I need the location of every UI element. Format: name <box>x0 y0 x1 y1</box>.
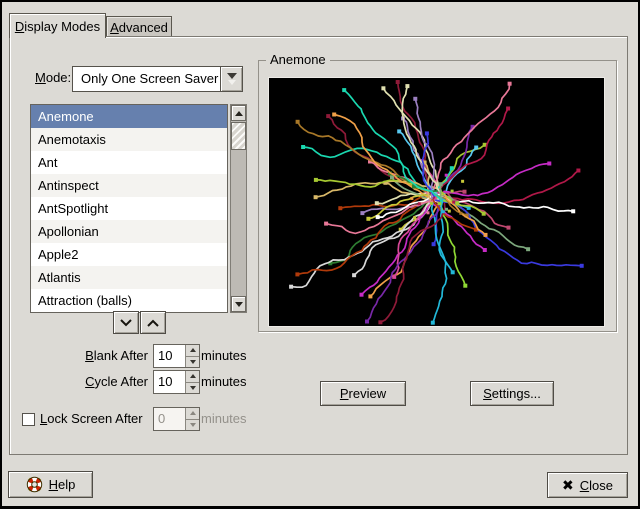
dropdown-arrow-icon[interactable] <box>220 67 242 91</box>
list-item[interactable]: Anemone <box>31 105 227 128</box>
spin-up-icon <box>186 408 199 420</box>
mode-dropdown-value: Only One Screen Saver <box>73 67 220 91</box>
tab-advanced[interactable]: Advanced <box>106 16 172 37</box>
spin-down-icon <box>186 420 199 431</box>
preview-button[interactable]: Preview <box>320 381 406 406</box>
cycle-after-value: 10 <box>154 371 185 393</box>
settings-button[interactable]: Settings... <box>470 381 554 406</box>
list-item[interactable]: Apple2 <box>31 243 227 266</box>
spin-up-icon[interactable] <box>186 345 199 357</box>
list-item[interactable]: Ant <box>31 151 227 174</box>
list-item[interactable]: Anemotaxis <box>31 128 227 151</box>
chevron-up-icon <box>145 317 161 329</box>
lock-after-unit: minutes <box>201 411 247 427</box>
tab-display-modes[interactable]: Display Modes <box>9 13 106 38</box>
close-button[interactable]: ✖ Close <box>547 472 628 498</box>
tab-display-modes-label: Display Modes <box>15 19 100 34</box>
close-x-icon: ✖ <box>562 478 574 492</box>
list-item[interactable]: Antinspect <box>31 174 227 197</box>
mode-dropdown[interactable]: Only One Screen Saver <box>72 66 243 92</box>
preview-canvas <box>268 77 605 327</box>
blank-after-spinner[interactable]: 10 <box>153 344 200 368</box>
blank-after-unit: minutes <box>201 348 247 364</box>
help-lifebuoy-icon <box>26 476 43 493</box>
list-item[interactable]: AntSpotlight <box>31 197 227 220</box>
lock-after-value: 0 <box>154 408 185 430</box>
lock-after-spinner: 0 <box>153 407 200 431</box>
anemone-preview-image <box>269 78 604 326</box>
spin-up-icon[interactable] <box>186 371 199 383</box>
lock-screen-label: Lock Screen After <box>40 411 143 426</box>
mode-label: Mode: <box>35 70 71 85</box>
scroll-down-icon[interactable] <box>231 296 246 312</box>
list-item[interactable]: Apollonian <box>31 220 227 243</box>
tab-advanced-label: Advanced <box>110 20 168 35</box>
lock-screen-checkbox[interactable] <box>22 413 35 426</box>
display-modes-page: Mode: Only One Screen Saver AnemoneAnemo… <box>9 36 628 455</box>
saver-list-scrollbar[interactable] <box>230 104 247 313</box>
cycle-after-spinner[interactable]: 10 <box>153 370 200 394</box>
spin-down-icon[interactable] <box>186 383 199 394</box>
blank-after-value: 10 <box>154 345 185 367</box>
spin-down-icon[interactable] <box>186 357 199 368</box>
preview-group-title: Anemone <box>266 52 330 68</box>
scroll-up-icon[interactable] <box>231 105 246 121</box>
list-item[interactable]: Atlantis <box>31 266 227 289</box>
scrollbar-thumb[interactable] <box>231 122 246 150</box>
list-item[interactable]: Attraction (balls) <box>31 289 227 312</box>
list-prev-button[interactable] <box>140 311 166 334</box>
cycle-after-unit: minutes <box>201 374 247 390</box>
chevron-down-icon <box>118 317 134 329</box>
cycle-after-label: Cycle After <box>10 374 148 390</box>
help-button[interactable]: Help <box>8 471 93 498</box>
list-next-button[interactable] <box>113 311 139 334</box>
saver-list[interactable]: AnemoneAnemotaxisAntAntinspectAntSpotlig… <box>30 104 228 313</box>
blank-after-label: Blank After <box>10 348 148 364</box>
